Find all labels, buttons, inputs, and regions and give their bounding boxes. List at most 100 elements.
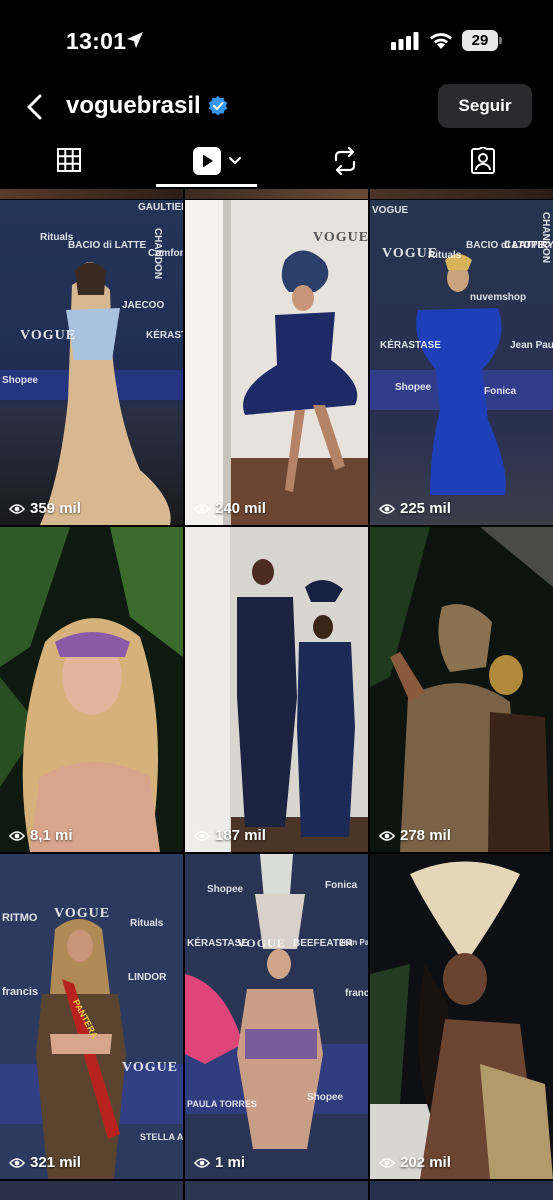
backdrop-sponsor-text: Jean Paul GAULTIER — [339, 938, 368, 947]
wifi-icon — [430, 33, 452, 49]
reel-thumbnail[interactable]: 202 mil — [370, 854, 553, 1179]
grid-icon — [57, 148, 81, 172]
backdrop-sponsor-text: VOGUE — [237, 936, 286, 950]
location-arrow-icon — [127, 32, 143, 48]
backdrop-sponsor-text: LINDOR — [128, 972, 167, 983]
backdrop-sponsor-text: Jean Paul GAULTIER — [510, 340, 553, 351]
backdrop-sponsor-text: Shopee — [307, 1092, 344, 1103]
backdrop-sponsor-text: VOGUE — [382, 246, 439, 261]
view-count-text: 225 mil — [400, 500, 451, 517]
play-views-icon — [9, 1157, 25, 1168]
backdrop-sponsor-text: franc — [345, 988, 368, 999]
reposts-tab[interactable] — [295, 137, 395, 189]
view-count: 1 mi — [194, 1154, 245, 1171]
reel-image — [370, 527, 553, 852]
profile-tabs — [0, 137, 553, 189]
reel-image — [370, 854, 553, 1179]
view-count-text: 240 mil — [215, 500, 266, 517]
battery-level: 29 — [462, 30, 498, 51]
profile-header: voguebrasil Seguir — [0, 82, 553, 132]
backdrop-sponsor-text: CHANDON — [540, 211, 552, 264]
chevron-down-icon — [228, 156, 242, 165]
tagged-tab[interactable] — [434, 137, 534, 189]
previous-row-strip — [370, 189, 553, 199]
backdrop-sponsor-text: Fonica — [484, 386, 517, 397]
verified-badge-icon — [208, 96, 228, 116]
profile-username: voguebrasil — [66, 92, 201, 119]
status-bar: 13:01 29 — [0, 0, 553, 82]
backdrop-sponsor-text: GAULTIER — [138, 202, 183, 213]
battery-indicator: 29 — [462, 30, 502, 51]
next-row-strip — [370, 1181, 553, 1200]
backdrop-sponsor-text: Comfort — [148, 248, 183, 259]
backdrop-sponsor-text: PAULA TORRES — [187, 1099, 257, 1109]
reel-thumbnail[interactable]: Shopee Fonica KÉRASTASE VOGUE BEEFEATER … — [185, 854, 368, 1179]
play-views-icon — [379, 1157, 395, 1168]
play-views-icon — [194, 1157, 210, 1168]
reel-image — [185, 527, 368, 852]
view-count-text: 8,1 mi — [30, 827, 73, 844]
play-views-icon — [9, 503, 25, 514]
reel-image — [0, 527, 183, 852]
repost-icon — [334, 147, 356, 175]
reel-thumbnail[interactable]: 187 mil — [185, 527, 368, 852]
view-count: 8,1 mi — [9, 827, 73, 844]
view-count: 321 mil — [9, 1154, 81, 1171]
reel-thumbnail[interactable]: Rituals BACIO di LATTE CHANDON Comfort V… — [0, 200, 183, 525]
backdrop-sponsor-text: VOGUE — [54, 906, 111, 921]
backdrop-sponsor-text: VOGUE — [20, 328, 77, 343]
backdrop-sponsor-text: BACIO di LATTE — [68, 240, 147, 251]
status-time: 13:01 — [66, 28, 127, 54]
backdrop-sponsor-text: VOGUE — [313, 230, 368, 245]
view-count: 187 mil — [194, 827, 266, 844]
play-views-icon — [379, 503, 395, 514]
play-views-icon — [9, 830, 25, 841]
backdrop-sponsor-text: STELLA ARTOIS — [140, 1132, 183, 1142]
reel-thumbnail[interactable]: 278 mil — [370, 527, 553, 852]
reel-thumbnail[interactable]: 8,1 mi — [0, 527, 183, 852]
battery-tip — [499, 37, 502, 44]
grid-tab[interactable] — [19, 137, 119, 189]
backdrop-sponsor-text: VOGUE — [122, 1060, 179, 1075]
view-count: 202 mil — [379, 1154, 451, 1171]
reel-image — [0, 854, 183, 1179]
play-views-icon — [194, 503, 210, 514]
backdrop-sponsor-text: VOGUE — [372, 205, 409, 216]
reel-thumbnail[interactable]: RITMO VOGUE Rituals LINDOR francis VOGUE… — [0, 854, 183, 1179]
play-views-icon — [194, 830, 210, 841]
play-views-icon — [379, 830, 395, 841]
view-count: 278 mil — [379, 827, 451, 844]
backdrop-sponsor-text: Shopee — [207, 884, 244, 895]
view-count-text: 278 mil — [400, 827, 451, 844]
backdrop-sponsor-text: Shopee — [395, 382, 432, 393]
follow-button[interactable]: Seguir — [438, 84, 532, 128]
next-row-strip — [0, 1181, 183, 1200]
reel-thumbnail[interactable]: VOGUE 240 mil — [185, 200, 368, 525]
reel-image — [185, 854, 368, 1179]
view-count: 240 mil — [194, 500, 266, 517]
previous-row-strip — [0, 189, 183, 199]
previous-row-strip — [185, 189, 368, 199]
view-count: 359 mil — [9, 500, 81, 517]
next-row-strip — [185, 1181, 368, 1200]
backdrop-sponsor-text: KÉRASTASE — [380, 340, 441, 351]
reel-thumbnail[interactable]: VOGUE Rituals BACIO di LATTE CATUPIRY CH… — [370, 200, 553, 525]
reels-tab[interactable] — [156, 137, 256, 189]
reel-image — [185, 200, 368, 525]
backdrop-sponsor-text: nuvemshop — [470, 292, 527, 303]
backdrop-sponsor-text: Rituals — [130, 918, 164, 929]
back-chevron-icon[interactable] — [24, 93, 46, 121]
view-count: 225 mil — [379, 500, 451, 517]
view-count-text: 1 mi — [215, 1154, 246, 1171]
view-count-text: 202 mil — [400, 1154, 451, 1171]
backdrop-sponsor-text: francis — [2, 986, 39, 998]
view-count-text: 321 mil — [30, 1154, 81, 1171]
active-tab-indicator — [156, 184, 257, 187]
tagged-person-icon — [471, 147, 495, 174]
backdrop-sponsor-text: RITMO — [2, 912, 38, 924]
cellular-signal-icon — [391, 32, 419, 50]
backdrop-sponsor-text: JAECOO — [122, 300, 165, 311]
backdrop-sponsor-text: Fonica — [325, 880, 358, 891]
view-count-text: 187 mil — [215, 827, 266, 844]
backdrop-sponsor-text: Shopee — [2, 375, 39, 386]
